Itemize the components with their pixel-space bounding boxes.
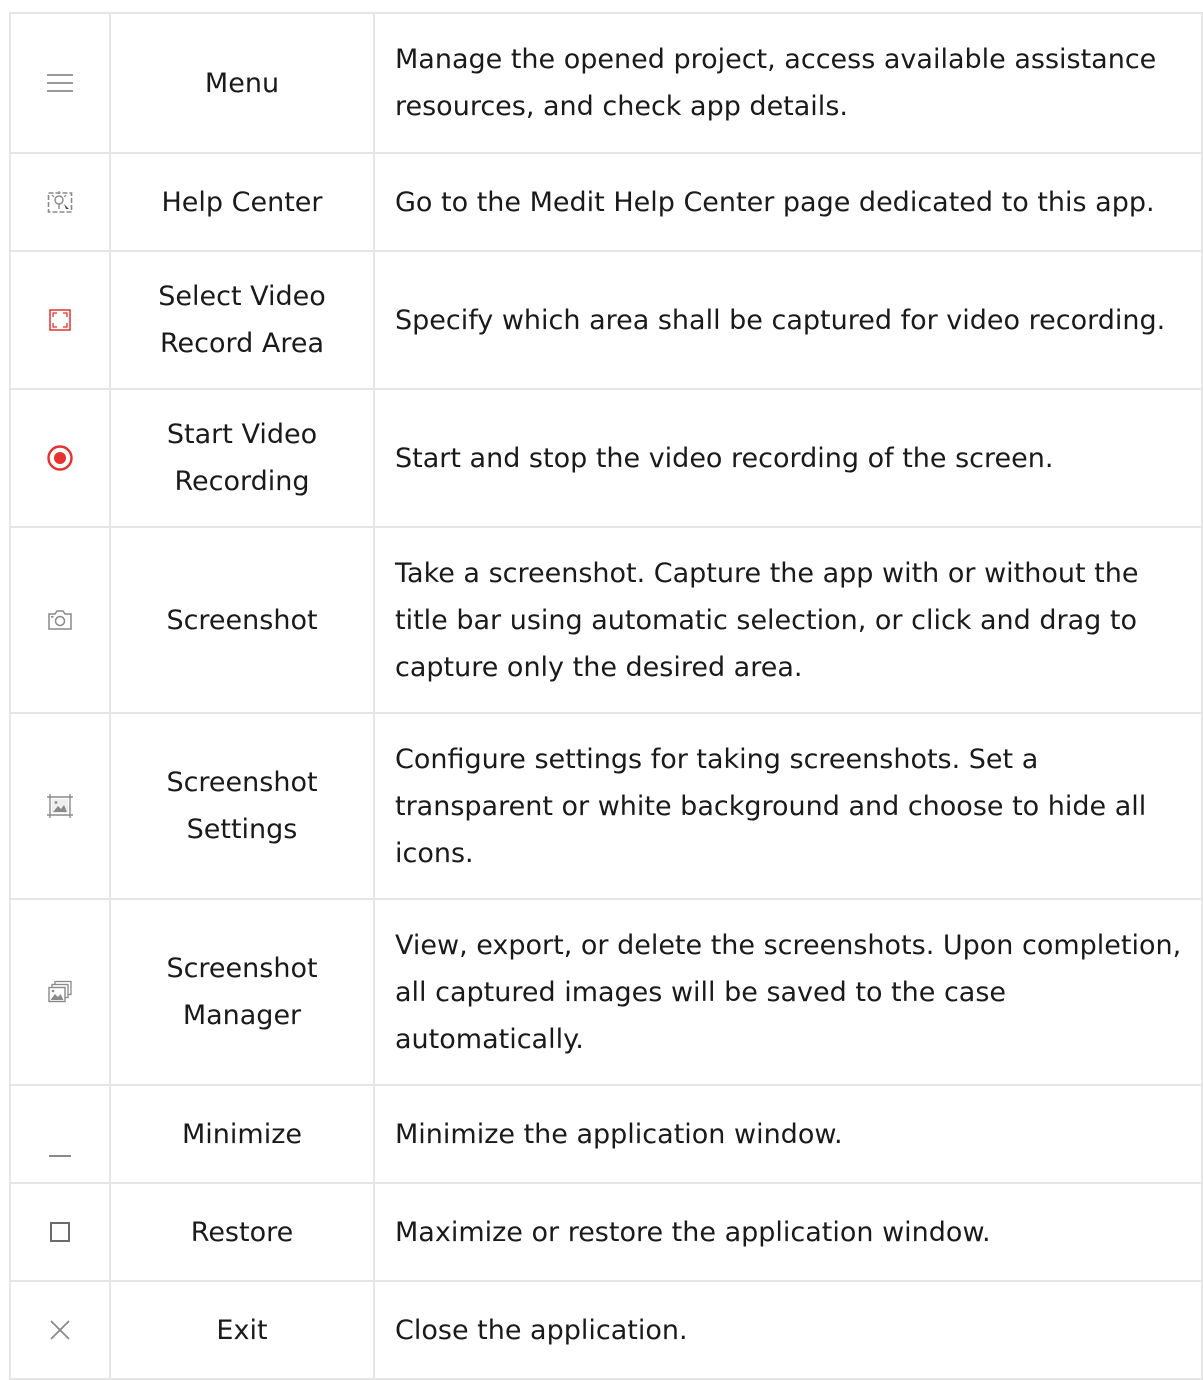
row-description: Close the application. [373, 1280, 1203, 1380]
record-icon [46, 444, 74, 472]
table-row: Exit Close the application. [9, 1280, 1203, 1380]
row-name: Start Video Recording [109, 388, 375, 528]
table-row: Help Center Go to the Medit Help Center … [9, 152, 1203, 252]
row-name: Restore [109, 1182, 375, 1282]
row-description: Minimize the application window. [373, 1084, 1203, 1184]
row-name: Help Center [109, 152, 375, 252]
row-description: Configure settings for taking screenshot… [373, 712, 1203, 900]
screenshot-settings-icon [46, 794, 74, 818]
table-row: Minimize Minimize the application window… [9, 1084, 1203, 1184]
row-name: Exit [109, 1280, 375, 1380]
row-name: Screenshot [109, 526, 375, 714]
minimize-icon [48, 1154, 72, 1158]
select-area-icon [48, 308, 72, 332]
tool-reference-table: Menu Manage the opened project, access a… [9, 12, 1203, 1380]
row-name: Minimize [109, 1084, 375, 1184]
table-row: Start Video Recording Start and stop the… [9, 388, 1203, 528]
row-description: Manage the opened project, access availa… [373, 12, 1203, 154]
row-name: Screenshot Settings [109, 712, 375, 900]
row-description: Take a screenshot. Capture the app with … [373, 526, 1203, 714]
row-name: Menu [109, 12, 375, 154]
hamburger-menu-icon [46, 73, 74, 93]
help-center-icon [47, 190, 73, 214]
table-row: Restore Maximize or restore the applicat… [9, 1182, 1203, 1282]
restore-icon [49, 1221, 71, 1243]
table-row: Screenshot Take a screenshot. Capture th… [9, 526, 1203, 714]
camera-icon [47, 609, 73, 631]
row-description: Start and stop the video recording of th… [373, 388, 1203, 528]
close-icon [49, 1319, 71, 1341]
table-row: Select Video Record Area Specify which a… [9, 250, 1203, 390]
table-row: Screenshot Settings Configure settings f… [9, 712, 1203, 900]
row-name: Screenshot Manager [109, 898, 375, 1086]
row-description: Maximize or restore the application wind… [373, 1182, 1203, 1282]
row-description: Specify which area shall be captured for… [373, 250, 1203, 390]
table-row: Menu Manage the opened project, access a… [9, 12, 1203, 154]
table-row: Screenshot Manager View, export, or dele… [9, 898, 1203, 1086]
row-description: View, export, or delete the screenshots.… [373, 898, 1203, 1086]
row-name: Select Video Record Area [109, 250, 375, 390]
screenshot-manager-icon [47, 980, 73, 1004]
row-description: Go to the Medit Help Center page dedicat… [373, 152, 1203, 252]
